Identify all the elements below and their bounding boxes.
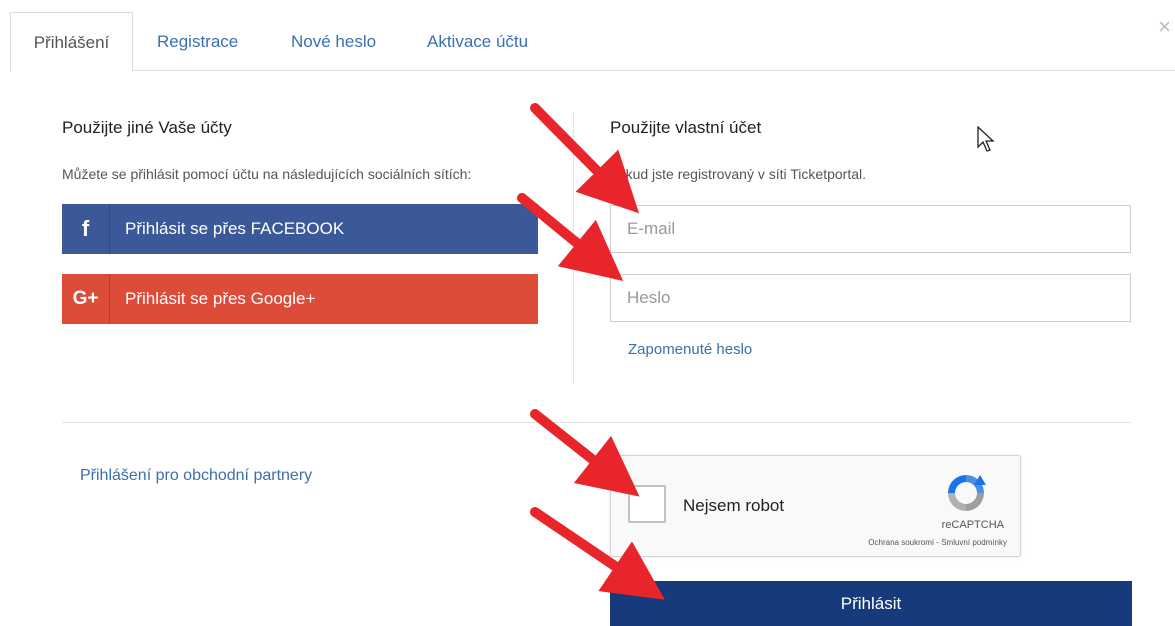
tab-account-activation[interactable]: Aktivace účtu xyxy=(427,12,528,71)
tab-new-password[interactable]: Nové heslo xyxy=(291,12,376,71)
login-submit-label: Přihlásit xyxy=(840,593,902,613)
close-icon[interactable]: × xyxy=(1158,14,1171,40)
own-account-title: Použijte vlastní účet xyxy=(610,118,762,137)
tab-registration[interactable]: Registrace xyxy=(157,12,238,71)
facebook-icon: f xyxy=(62,204,110,254)
column-divider xyxy=(573,112,574,384)
recaptcha-logo-icon xyxy=(948,475,986,511)
own-account-subtitle: pokud jste registrovaný v síti Ticketpor… xyxy=(610,166,866,182)
recaptcha-terms-link[interactable]: Ochrana soukromí - Smluvní podmínky xyxy=(868,538,1007,547)
social-accounts-title: Použijte jiné Vaše účty xyxy=(62,118,232,137)
section-divider xyxy=(62,422,1132,423)
mouse-cursor-icon xyxy=(977,126,995,152)
recaptcha-label: Nejsem robot xyxy=(683,496,785,515)
social-accounts-subtitle: Můžete se přihlásit pomocí účtu na násle… xyxy=(62,166,472,182)
arrow-to-email-icon xyxy=(530,103,640,214)
google-login-button[interactable]: G+ Přihlásit se přes Google+ xyxy=(62,274,538,324)
password-field[interactable] xyxy=(610,274,1131,322)
recaptcha-brand: reCAPTCHA xyxy=(941,519,1004,531)
business-partners-login-link[interactable]: Přihlášení pro obchodní partnery xyxy=(80,467,312,485)
login-submit-button[interactable]: Přihlásit xyxy=(610,581,1132,626)
forgot-password-link[interactable]: Zapomenuté heslo xyxy=(628,341,752,358)
tab-bar: Přihlášení Registrace Nové heslo Aktivac… xyxy=(10,12,1175,72)
arrow-to-captcha-icon xyxy=(530,409,640,497)
recaptcha-checkbox[interactable] xyxy=(628,485,666,523)
facebook-login-button[interactable]: f Přihlásit se přes FACEBOOK xyxy=(62,204,538,254)
email-field[interactable] xyxy=(610,205,1131,253)
tab-login[interactable]: Přihlášení xyxy=(10,12,133,72)
google-login-label: Přihlásit se přes Google+ xyxy=(125,289,316,308)
google-plus-icon: G+ xyxy=(62,274,110,324)
facebook-login-label: Přihlásit se přes FACEBOOK xyxy=(125,219,345,238)
recaptcha-widget: Nejsem robot reCAPTCHA Ochrana soukromí … xyxy=(610,455,1021,557)
